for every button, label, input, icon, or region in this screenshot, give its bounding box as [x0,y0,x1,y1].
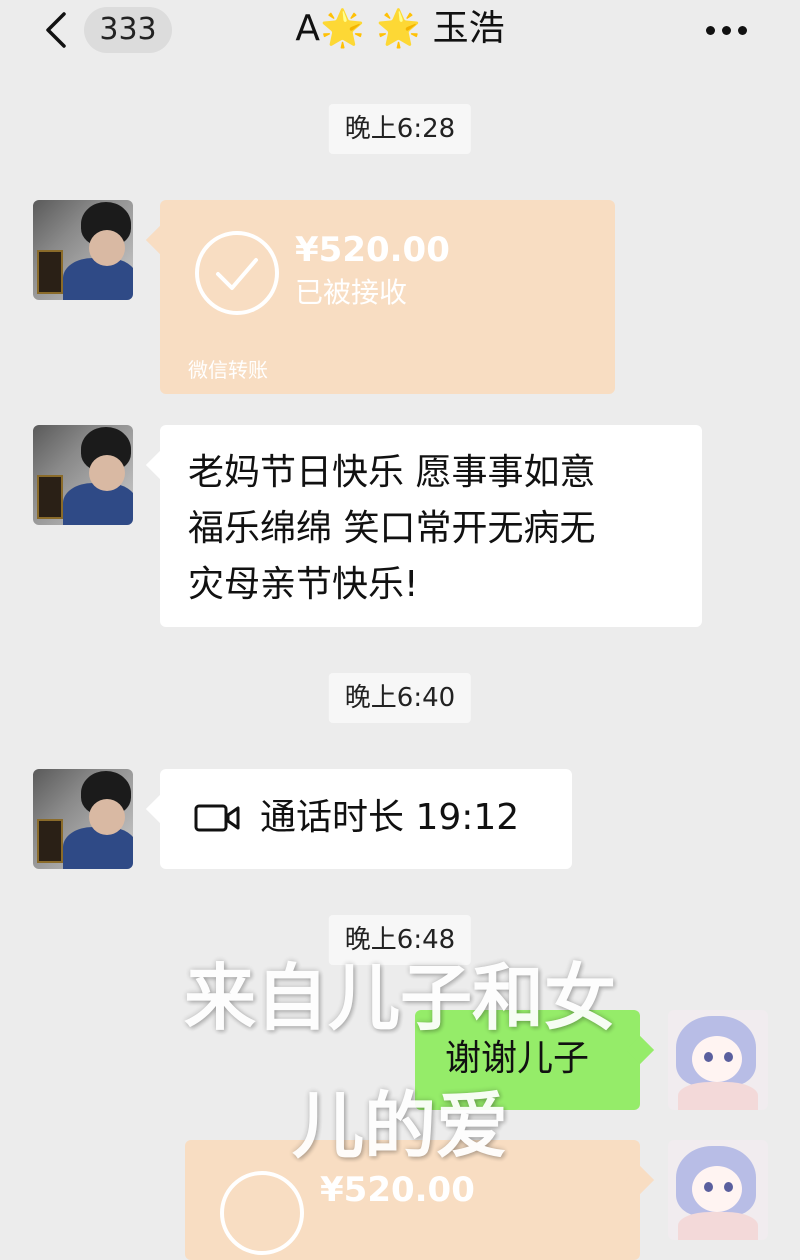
chat-title: A🌟 🌟 玉浩 [295,8,505,49]
contact-avatar[interactable] [33,769,133,869]
overlay-caption-line-1: 来自儿子和女 [183,956,616,1040]
contact-avatar[interactable] [33,425,133,525]
message-text: 老妈节日快乐 愿事事如意 福乐绵绵 笑口常开无病无 灾母亲节快乐! [188,452,596,605]
transfer-card[interactable]: ¥520.00 已被接收 微信转账 [160,200,615,394]
message-bubble[interactable]: 老妈节日快乐 愿事事如意 福乐绵绵 笑口常开无病无 灾母亲节快乐! [160,425,702,627]
timestamp: 晚上6:40 [328,673,472,723]
transfer-amount: ¥520.00 [295,230,450,270]
call-duration-text: 通话时长 19:12 [260,797,520,838]
timestamp: 晚上6:28 [328,104,472,154]
transfer-source-label: 微信转账 [188,358,268,382]
chat-header: 333 A🌟 🌟 玉浩 [0,0,800,64]
call-record-bubble[interactable]: 通话时长 19:12 [160,769,572,869]
contact-avatar[interactable] [33,200,133,300]
transfer-amount: ¥520.00 [320,1170,475,1210]
transfer-status: 已被接收 [295,276,408,309]
video-call-icon [194,804,240,832]
overlay-caption-line-2: 儿的爱 [291,1084,508,1168]
more-options-icon[interactable] [704,24,750,36]
check-circle-icon [220,1171,304,1255]
check-circle-icon [195,231,279,315]
